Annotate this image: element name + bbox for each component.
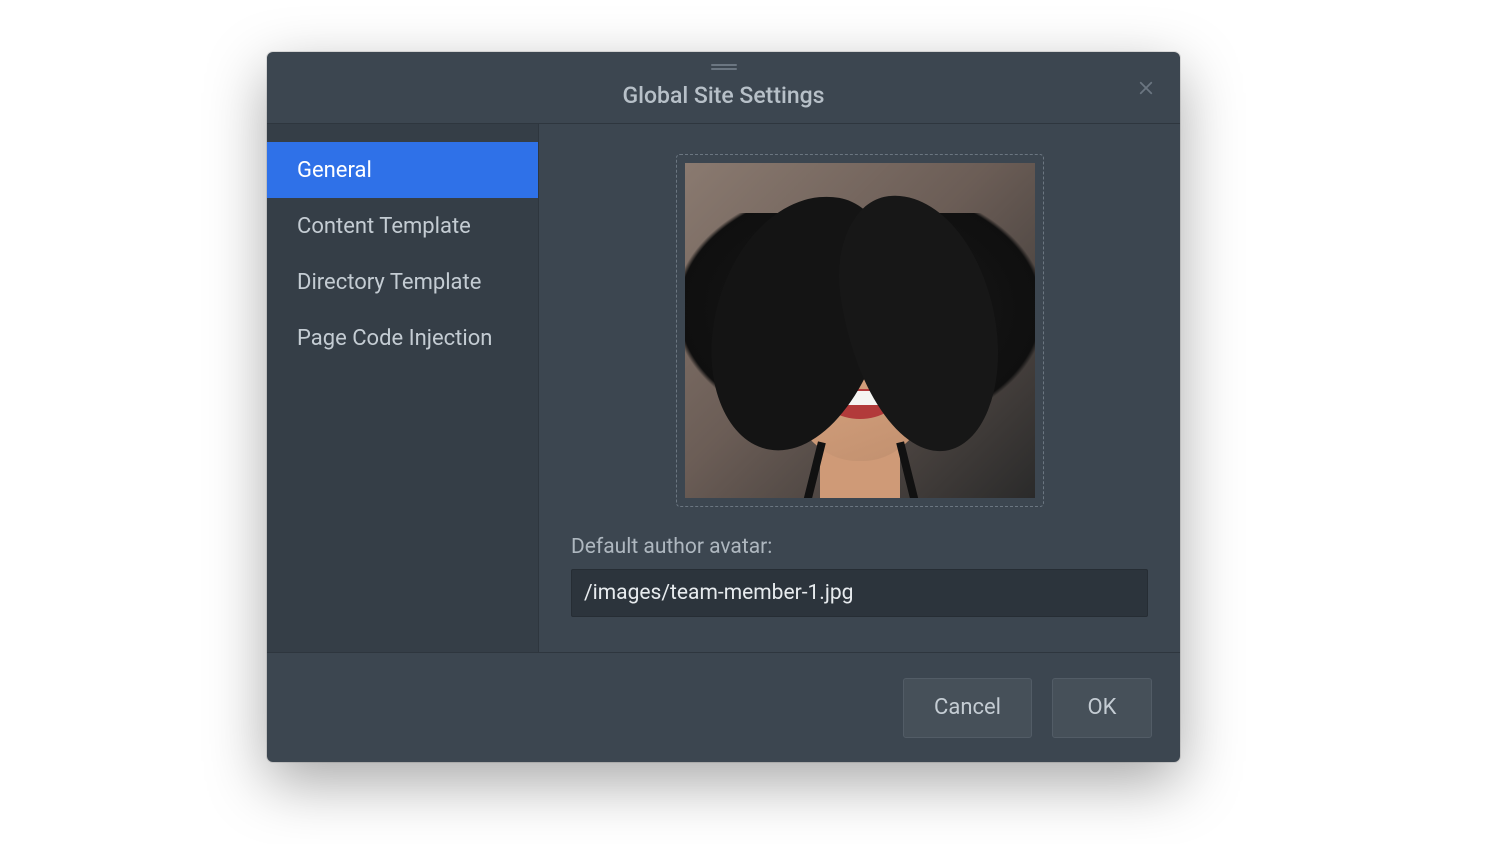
avatar-path-input[interactable] xyxy=(571,569,1148,617)
sidebar-item-label: Content Template xyxy=(297,214,471,239)
sidebar-item-label: Directory Template xyxy=(297,270,481,295)
sidebar: General Content Template Directory Templ… xyxy=(267,124,539,652)
button-label: Cancel xyxy=(934,695,1001,720)
sidebar-item-general[interactable]: General xyxy=(267,142,538,198)
ok-button[interactable]: OK xyxy=(1052,678,1152,738)
sidebar-item-page-code-injection[interactable]: Page Code Injection xyxy=(267,310,538,366)
dialog-footer: Cancel OK xyxy=(267,652,1180,762)
close-icon xyxy=(1137,79,1155,97)
drag-handle-icon[interactable] xyxy=(711,64,737,70)
avatar-path-label: Default author avatar: xyxy=(571,535,1148,559)
settings-dialog: Global Site Settings General Content Tem… xyxy=(267,52,1180,762)
sidebar-item-content-template[interactable]: Content Template xyxy=(267,198,538,254)
cancel-button[interactable]: Cancel xyxy=(903,678,1032,738)
dialog-titlebar[interactable]: Global Site Settings xyxy=(267,52,1180,124)
main-panel: Default author avatar: xyxy=(539,124,1180,652)
sidebar-item-directory-template[interactable]: Directory Template xyxy=(267,254,538,310)
sidebar-item-label: General xyxy=(297,158,372,183)
close-button[interactable] xyxy=(1132,74,1160,102)
dialog-title: Global Site Settings xyxy=(622,82,824,109)
avatar-preview xyxy=(685,163,1035,498)
button-label: OK xyxy=(1088,695,1117,720)
avatar-dropzone[interactable] xyxy=(676,154,1044,507)
sidebar-item-label: Page Code Injection xyxy=(297,326,492,351)
dialog-body: General Content Template Directory Templ… xyxy=(267,124,1180,652)
